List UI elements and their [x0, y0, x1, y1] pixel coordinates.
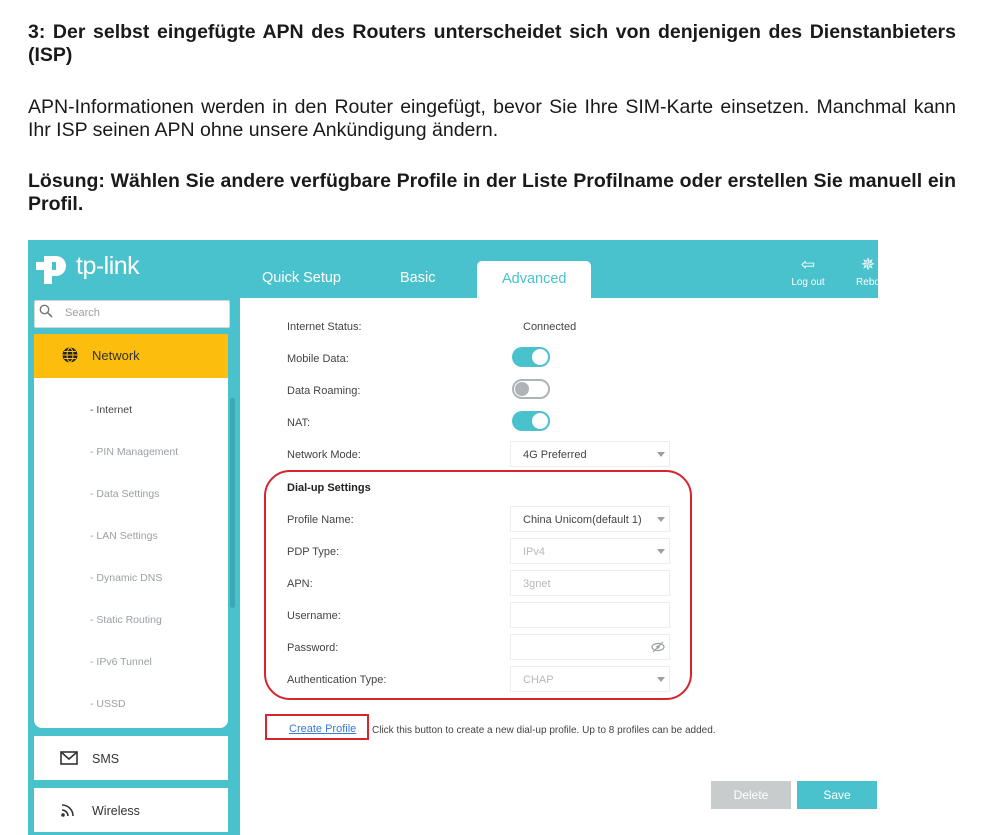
sidebar-sub-dynamic-dns[interactable]: - Dynamic DNS — [90, 572, 162, 584]
dialup-highlight-oval — [264, 470, 692, 700]
delete-button[interactable]: Delete — [711, 781, 791, 809]
network-mode-label: Network Mode: — [287, 449, 361, 461]
logout-button[interactable]: ⇦ Log out — [788, 255, 828, 289]
solution-text: Lösung: Wählen Sie andere verfügbare Pro… — [28, 170, 956, 215]
sidebar-item-label: SMS — [92, 752, 120, 766]
data-roaming-label: Data Roaming: — [287, 385, 361, 397]
tplink-logo: tp-link — [34, 248, 184, 288]
sidebar-sub-lan-settings[interactable]: - LAN Settings — [90, 530, 158, 542]
router-screenshot: tp-link Quick Setup Basic Advanced ⇦ Log… — [28, 240, 878, 835]
tab-quick-setup[interactable]: Quick Setup — [262, 270, 341, 286]
network-panel: Network - Internet - PIN Management - Da… — [34, 334, 228, 728]
main-content: Internet Status: Connected Mobile Data: … — [240, 298, 878, 835]
sidebar-item-label: Network — [92, 348, 140, 363]
create-profile-help: Click this button to create a new dial-u… — [372, 725, 716, 736]
network-mode-value: 4G Preferred — [523, 449, 587, 461]
toggle-knob — [532, 349, 548, 365]
search-icon — [39, 304, 53, 318]
nat-toggle[interactable] — [512, 411, 550, 431]
sidebar-sub-ipv6-tunnel[interactable]: - IPv6 Tunnel — [90, 656, 152, 668]
mobile-data-toggle[interactable] — [512, 347, 550, 367]
reboot-button[interactable]: ✵ Rebo — [848, 255, 878, 289]
reboot-icon: ✵ — [860, 255, 876, 274]
logout-label: Log out — [791, 277, 825, 288]
sidebar-sub-pin-management[interactable]: - PIN Management — [90, 446, 178, 458]
sidebar-item-wireless[interactable]: Wireless — [34, 788, 228, 832]
sidebar-sub-internet[interactable]: - Internet — [90, 404, 132, 416]
top-bar: tp-link Quick Setup Basic Advanced ⇦ Log… — [28, 240, 878, 301]
wifi-icon — [61, 804, 74, 817]
search-input[interactable]: Search — [34, 300, 230, 328]
toggle-knob — [515, 382, 529, 396]
section-heading: 3: Der selbst eingefügte APN des Routers… — [28, 21, 956, 66]
internet-status-value: Connected — [523, 321, 577, 333]
sidebar: Search Network - Internet - PIN Manageme… — [28, 298, 240, 835]
sidebar-sub-static-routing[interactable]: - Static Routing — [90, 614, 162, 626]
save-button[interactable]: Save — [797, 781, 877, 809]
sidebar-item-label: Wireless — [92, 804, 140, 818]
reboot-label: Rebo — [856, 277, 878, 288]
sidebar-item-sms[interactable]: SMS — [34, 736, 228, 780]
chevron-down-icon — [657, 452, 665, 457]
internet-status-label: Internet Status: — [287, 321, 362, 333]
tab-advanced[interactable]: Advanced — [502, 271, 567, 287]
explanation-paragraph: APN-Informationen werden in den Router e… — [28, 96, 956, 141]
globe-icon — [62, 347, 78, 363]
create-profile-link[interactable]: Create Profile — [289, 723, 356, 735]
network-mode-select[interactable]: 4G Preferred — [510, 441, 670, 467]
mobile-data-label: Mobile Data: — [287, 353, 349, 365]
sidebar-sub-data-settings[interactable]: - Data Settings — [90, 488, 159, 500]
logo-text: tp-link — [76, 252, 140, 280]
nat-label: NAT: — [287, 417, 311, 429]
mail-icon — [60, 751, 78, 765]
tplink-logo-icon — [36, 256, 66, 284]
sidebar-sub-ussd[interactable]: - USSD — [90, 698, 126, 710]
toggle-knob — [532, 413, 548, 429]
data-roaming-toggle[interactable] — [512, 379, 550, 399]
sidebar-scrollbar[interactable] — [230, 398, 235, 608]
logout-icon: ⇦ — [800, 255, 816, 274]
search-placeholder: Search — [65, 307, 100, 319]
tab-basic[interactable]: Basic — [400, 270, 435, 286]
sidebar-item-network[interactable]: Network — [34, 334, 228, 378]
